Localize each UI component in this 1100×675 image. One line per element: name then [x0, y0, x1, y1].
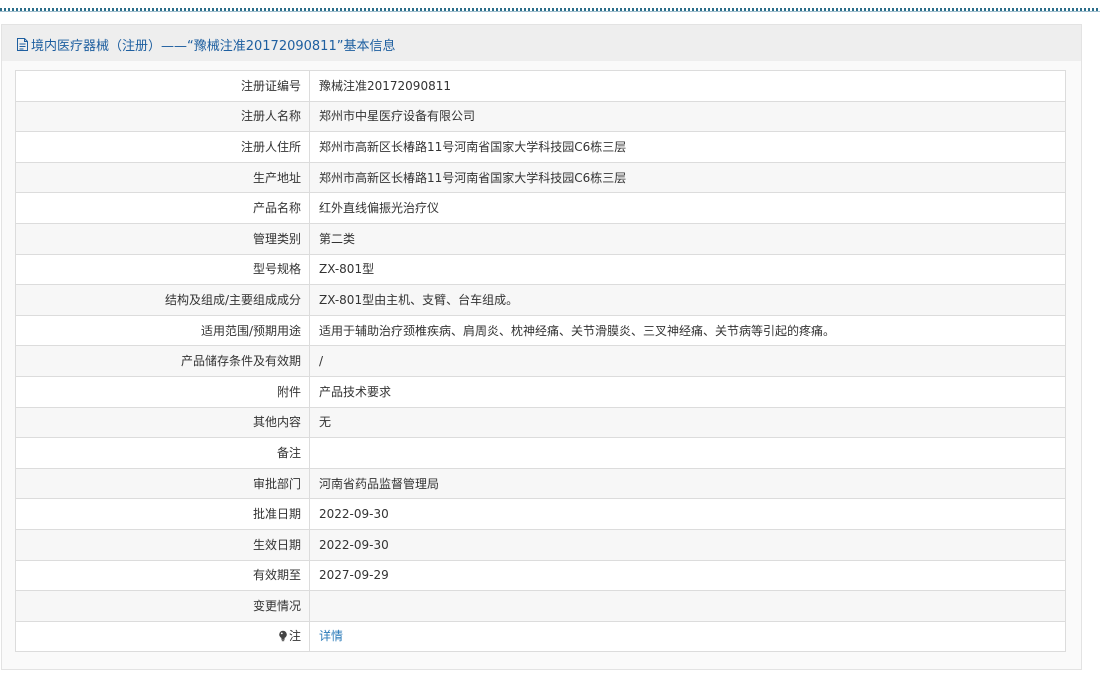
row-label: 型号规格 — [15, 253, 310, 286]
table-row: 备注 — [15, 437, 1066, 469]
note-value-cell: 详情 — [309, 620, 1066, 653]
row-value — [309, 437, 1066, 469]
row-label: 管理类别 — [15, 222, 310, 255]
row-label: 批准日期 — [15, 498, 310, 530]
row-value: 河南省药品监督管理局 — [309, 467, 1066, 500]
lightbulb-icon — [279, 631, 287, 642]
row-label: 适用范围/预期用途 — [15, 314, 310, 347]
table-row: 管理类别 第二类 — [15, 222, 1066, 255]
note-label-cell: 注 — [15, 620, 310, 653]
table-row: 结构及组成/主要组成成分 ZX-801型由主机、支臂、台车组成。 — [15, 284, 1066, 316]
table-row: 适用范围/预期用途 适用于辅助治疗颈椎疾病、肩周炎、枕神经痛、关节滑膜炎、三叉神… — [15, 314, 1066, 347]
note-label: 注 — [288, 629, 301, 644]
table-row: 变更情况 — [15, 590, 1066, 622]
row-value: ZX-801型由主机、支臂、台车组成。 — [309, 284, 1066, 316]
top-divider-line — [0, 11, 1100, 12]
row-value: 产品技术要求 — [309, 375, 1066, 408]
info-table: 注册证编号 豫械注准20172090811 注册人名称 郑州市中星医疗设备有限公… — [15, 70, 1066, 653]
row-label: 生产地址 — [15, 161, 310, 194]
note-row: 注 详情 — [15, 620, 1066, 653]
row-value: 2022-09-30 — [309, 528, 1066, 561]
row-value: 郑州市高新区长椿路11号河南省国家大学科技园C6栋三层 — [309, 131, 1066, 163]
table-row: 生产地址 郑州市高新区长椿路11号河南省国家大学科技园C6栋三层 — [15, 161, 1066, 194]
row-value: 第二类 — [309, 222, 1066, 255]
row-label: 产品储存条件及有效期 — [15, 345, 310, 377]
document-icon — [17, 38, 28, 51]
row-label: 其他内容 — [15, 406, 310, 439]
row-label: 变更情况 — [15, 590, 310, 622]
table-row: 有效期至 2027-09-29 — [15, 559, 1066, 592]
table-row: 生效日期 2022-09-30 — [15, 528, 1066, 561]
row-label: 附件 — [15, 375, 310, 408]
row-value: 无 — [309, 406, 1066, 439]
row-label: 生效日期 — [15, 528, 310, 561]
row-value: 适用于辅助治疗颈椎疾病、肩周炎、枕神经痛、关节滑膜炎、三叉神经痛、关节病等引起的… — [309, 314, 1066, 347]
table-row: 附件 产品技术要求 — [15, 375, 1066, 408]
table-row: 注册人住所 郑州市高新区长椿路11号河南省国家大学科技园C6栋三层 — [15, 131, 1066, 163]
row-value: 豫械注准20172090811 — [309, 70, 1066, 102]
table-row: 产品储存条件及有效期 / — [15, 345, 1066, 377]
row-value: 2027-09-29 — [309, 559, 1066, 592]
row-label: 注册人住所 — [15, 131, 310, 163]
table-row: 批准日期 2022-09-30 — [15, 498, 1066, 530]
table-row: 审批部门 河南省药品监督管理局 — [15, 467, 1066, 500]
row-label: 有效期至 — [15, 559, 310, 592]
row-value: 2022-09-30 — [309, 498, 1066, 530]
table-row: 注册人名称 郑州市中星医疗设备有限公司 — [15, 100, 1066, 133]
row-value: 郑州市中星医疗设备有限公司 — [309, 100, 1066, 133]
row-label: 审批部门 — [15, 467, 310, 500]
row-value: ZX-801型 — [309, 253, 1066, 286]
row-label: 注册人名称 — [15, 100, 310, 133]
row-value: / — [309, 345, 1066, 377]
row-label: 注册证编号 — [15, 70, 310, 102]
table-row: 型号规格 ZX-801型 — [15, 253, 1066, 286]
row-value: 红外直线偏振光治疗仪 — [309, 192, 1066, 224]
row-value — [309, 590, 1066, 622]
details-link[interactable]: 详情 — [319, 629, 343, 643]
row-value: 郑州市高新区长椿路11号河南省国家大学科技园C6栋三层 — [309, 161, 1066, 194]
row-label: 备注 — [15, 437, 310, 469]
row-label: 结构及组成/主要组成成分 — [15, 284, 310, 316]
table-row: 其他内容 无 — [15, 406, 1066, 439]
row-label: 产品名称 — [15, 192, 310, 224]
table-row: 注册证编号 豫械注准20172090811 — [15, 70, 1066, 102]
panel-title-wrap: 境内医疗器械（注册）——“豫械注准20172090811”基本信息 — [16, 35, 395, 54]
panel-header: 境内医疗器械（注册）——“豫械注准20172090811”基本信息 — [2, 25, 1081, 61]
table-row: 产品名称 红外直线偏振光治疗仪 — [15, 192, 1066, 224]
panel-title: 境内医疗器械（注册）——“豫械注准20172090811”基本信息 — [31, 39, 396, 54]
